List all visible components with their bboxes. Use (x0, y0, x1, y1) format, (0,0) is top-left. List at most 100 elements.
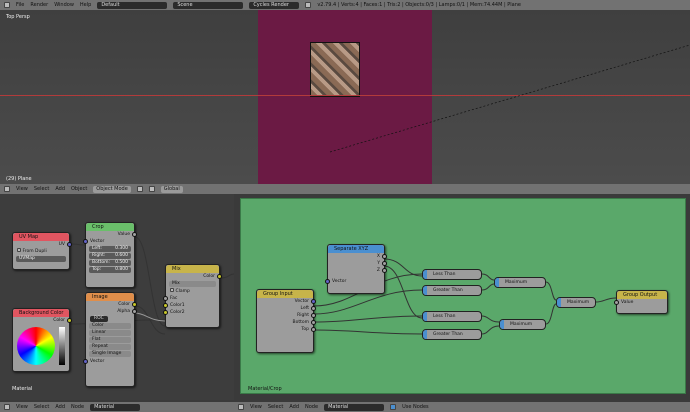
menu-window[interactable]: Window (54, 2, 74, 8)
image-node[interactable]: Image Color Alpha ROC Color Linear Flat … (83, 292, 137, 387)
vector-socket[interactable] (325, 279, 330, 284)
left-field[interactable]: Left: 0.300 (89, 246, 131, 252)
y-socket[interactable] (382, 261, 387, 266)
collapse-handle[interactable] (423, 330, 427, 339)
bottom-field[interactable]: Bottom: 0.500 (89, 260, 131, 266)
checkbox-icon[interactable] (170, 288, 174, 292)
use-nodes-checkbox-icon[interactable] (390, 404, 397, 410)
less-than-node-1[interactable]: Less Than (422, 269, 482, 280)
x-socket[interactable] (382, 254, 387, 259)
collapse-handle[interactable] (500, 320, 504, 329)
blend-mode-select[interactable]: Mix (169, 281, 216, 287)
separate-xyz-node[interactable]: Separate XYZ X Y Z Vector (325, 244, 387, 294)
menu-object[interactable]: Object (71, 186, 87, 192)
alpha-socket[interactable] (132, 309, 137, 314)
uvmap-field[interactable]: UVMap (16, 256, 66, 262)
material-selector[interactable]: Material (90, 403, 141, 411)
collapse-handle[interactable] (423, 312, 427, 321)
menu-help[interactable]: Help (80, 2, 91, 8)
menu-select[interactable]: Select (268, 404, 283, 410)
right-val: 0.600 (115, 253, 128, 258)
editor-type-icon[interactable] (4, 404, 10, 410)
fac-socket[interactable] (163, 296, 168, 301)
crop-node[interactable]: Crop Value Vector Left: 0.300 Right: 0.600… (83, 222, 137, 288)
maximum-node-1[interactable]: Maximum (494, 277, 546, 288)
menu-render[interactable]: Render (30, 2, 48, 8)
collapse-handle[interactable] (557, 298, 561, 307)
greater-than-node-2[interactable]: Greater Than (422, 329, 482, 340)
value-slider[interactable] (59, 327, 65, 365)
vector-socket[interactable] (83, 239, 88, 244)
value-socket[interactable] (132, 232, 137, 237)
left-socket[interactable] (311, 306, 316, 311)
projection-select[interactable]: Flat (89, 337, 131, 343)
color-socket[interactable] (217, 274, 222, 279)
image-datablock[interactable]: ROC (86, 315, 134, 322)
maximum-node-3[interactable]: Maximum (556, 297, 596, 308)
collapse-handle[interactable] (423, 270, 427, 279)
orientation-selector[interactable]: Global (160, 185, 183, 193)
vector-socket[interactable] (311, 299, 316, 304)
source-select[interactable]: Single Image (89, 351, 131, 357)
dashed-guide (329, 44, 690, 153)
right-field[interactable]: Right: 0.600 (89, 253, 131, 259)
menu-add[interactable]: Add (55, 186, 65, 192)
checkbox-icon[interactable] (17, 248, 21, 252)
pivot-icon[interactable] (148, 186, 155, 192)
menu-node[interactable]: Node (71, 404, 84, 410)
menu-add[interactable]: Add (289, 404, 299, 410)
scene-selector[interactable]: Scene (173, 1, 244, 9)
bottom-socket[interactable] (311, 320, 316, 325)
extension-select[interactable]: Repeat (89, 344, 131, 350)
value-socket[interactable] (614, 300, 619, 305)
menu-view[interactable]: View (16, 404, 28, 410)
editor-type-icon[interactable] (4, 186, 10, 192)
group-input-node[interactable]: Group Input Vector Left Right Bottom Top (256, 289, 316, 353)
top-socket[interactable] (311, 327, 316, 332)
color-socket[interactable] (132, 302, 137, 307)
material-selector[interactable]: Material (324, 403, 385, 411)
vector-socket[interactable] (83, 359, 88, 364)
group-output-node[interactable]: Group Output Value (614, 290, 668, 314)
color-space-select[interactable]: Color (89, 323, 131, 329)
color2-socket[interactable] (163, 310, 168, 315)
menu-select[interactable]: Select (34, 404, 49, 410)
right-node-editor[interactable]: Separate XYZ X Y Z Vector Group Input Ve… (234, 194, 690, 400)
gi-vector: Vector (257, 298, 316, 305)
menu-file[interactable]: File (16, 2, 24, 8)
shading-icon[interactable] (136, 186, 143, 192)
maximum-node-2[interactable]: Maximum (499, 319, 546, 330)
interpolation-select[interactable]: Linear (89, 330, 131, 336)
left-node-editor[interactable]: UV Map UV From Dupli UVMap Crop Value Ve… (0, 194, 234, 400)
color1-socket[interactable] (163, 303, 168, 308)
mode-selector[interactable]: Object Mode (93, 185, 131, 193)
right-socket[interactable] (311, 313, 316, 318)
layout-selector[interactable]: Default (97, 1, 168, 9)
editor-type-icon[interactable] (238, 404, 244, 410)
use-nodes-label[interactable]: Use Nodes (402, 404, 429, 410)
collapse-handle[interactable] (423, 286, 427, 295)
color-socket[interactable] (67, 318, 72, 323)
menu-node[interactable]: Node (305, 404, 318, 410)
greater-than-node-1[interactable]: Greater Than (422, 285, 482, 296)
menu-add[interactable]: Add (55, 404, 65, 410)
clamp-row[interactable]: Clamp (166, 288, 219, 295)
color-wheel[interactable] (17, 327, 55, 365)
z-socket[interactable] (382, 268, 387, 273)
background-color-node[interactable]: Background Color Color (12, 308, 72, 372)
less-than-node-2[interactable]: Less Than (422, 311, 482, 322)
menu-view[interactable]: View (16, 186, 28, 192)
menu-view[interactable]: View (250, 404, 262, 410)
blender-icon[interactable] (4, 2, 10, 8)
menu-select[interactable]: Select (34, 186, 49, 192)
uvmap-node[interactable]: UV Map UV From Dupli UVMap (12, 232, 72, 270)
collapse-handle[interactable] (495, 278, 499, 287)
right-footer: Material/Crop (248, 386, 282, 392)
mix-node[interactable]: Mix Color Mix Clamp Fac Color1 Color2 (163, 264, 222, 328)
engine-selector[interactable]: Cycles Render (249, 1, 300, 9)
3d-viewport[interactable]: Top Persp (29) Plane (0, 10, 690, 184)
top-field[interactable]: Top: 0.800 (89, 267, 131, 273)
from-dupli-row[interactable]: From Dupli (13, 248, 69, 255)
uv-socket[interactable] (67, 242, 72, 247)
image-name[interactable]: ROC (90, 315, 108, 322)
